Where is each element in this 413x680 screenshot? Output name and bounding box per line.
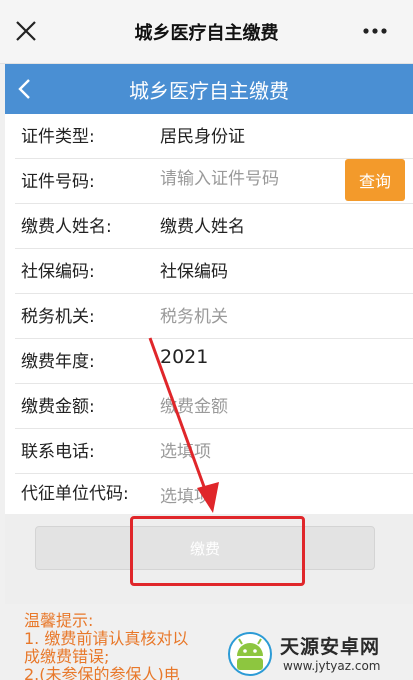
phone-input[interactable]: 选填项 [160, 437, 211, 462]
form-row-phone: 联系电话: 选填项 [5, 429, 413, 474]
payer-name-label: 缴费人姓名: [21, 217, 112, 237]
pay-area: 缴费 [5, 514, 413, 604]
id-type-value[interactable]: 居民身份证 [160, 122, 245, 147]
form-row-id-type[interactable]: 证件类型: 居民身份证 [5, 114, 413, 159]
social-code-label: 社保编码: [21, 262, 95, 282]
query-button[interactable]: 查询 [345, 159, 405, 201]
phone-label: 联系电话: [21, 442, 95, 462]
close-icon[interactable] [14, 19, 38, 43]
watermark: 天源安卓网 www.jytyaz.com [225, 628, 413, 680]
window-titlebar: 城乡医疗自主缴费 [0, 0, 413, 64]
pay-amount-label: 缴费金额: [21, 397, 95, 417]
chevron-left-icon[interactable] [15, 77, 35, 101]
watermark-url: www.jytyaz.com [283, 659, 381, 673]
android-logo-icon [228, 632, 272, 676]
agent-code-input[interactable]: 选填项 [160, 482, 211, 507]
form-row-payer-name: 缴费人姓名: 缴费人姓名 [5, 204, 413, 249]
form-row-tax-office: 税务机关: 税务机关 [5, 294, 413, 339]
form-row-pay-amount: 缴费金额: 缴费金额 [5, 384, 413, 429]
more-icon[interactable] [363, 27, 387, 35]
social-code-value: 社保编码 [160, 262, 228, 282]
page-navbar: 城乡医疗自主缴费 [5, 64, 413, 114]
form-row-agent-code: 代征单位代码: 选填项 [5, 474, 413, 514]
pay-year-label: 缴费年度: [21, 352, 95, 372]
tax-office-label: 税务机关: [21, 307, 95, 327]
tax-office-value: 税务机关 [160, 307, 228, 327]
payment-form: 证件类型: 居民身份证 证件号码: 查询 缴费人姓名: 缴费人姓名 社保编码: … [5, 114, 413, 514]
pay-button[interactable]: 缴费 [35, 526, 375, 570]
agent-code-label: 代征单位代码: [21, 484, 129, 504]
id-number-label: 证件号码: [21, 172, 95, 192]
id-type-label: 证件类型: [21, 127, 95, 147]
watermark-name: 天源安卓网 [280, 636, 381, 658]
payer-name-value: 缴费人姓名 [160, 217, 245, 237]
form-row-pay-year: 缴费年度: 2021 [5, 339, 413, 384]
pay-year-value[interactable]: 2021 [160, 346, 208, 368]
window-title: 城乡医疗自主缴费 [134, 22, 279, 44]
id-number-input[interactable] [160, 165, 340, 193]
pay-amount-value: 缴费金额 [160, 397, 228, 417]
page-title: 城乡医疗自主缴费 [129, 78, 289, 103]
form-row-social-code: 社保编码: 社保编码 [5, 249, 413, 294]
